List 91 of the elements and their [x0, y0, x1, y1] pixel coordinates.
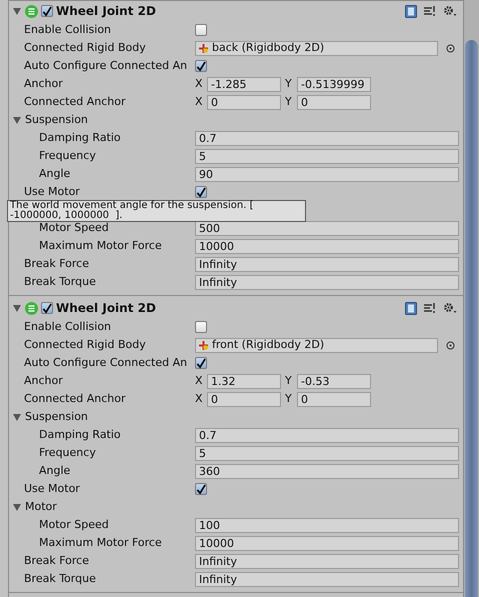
input-field[interactable]: -1.285	[207, 76, 281, 92]
joint-icon	[25, 302, 38, 314]
checkbox[interactable]	[41, 302, 53, 314]
axis-label: X	[195, 372, 204, 389]
field-label: Break Torque	[24, 570, 96, 587]
axis-label: X	[195, 76, 204, 92]
checkbox[interactable]	[195, 24, 207, 36]
checkbox[interactable]	[195, 60, 207, 72]
checkbox[interactable]	[195, 186, 207, 198]
field-label: Auto Configure Connected An	[24, 58, 188, 74]
input-field[interactable]: -0.53	[297, 374, 371, 388]
help-book-icon[interactable]	[405, 302, 417, 314]
input-field[interactable]: Infinity	[195, 274, 459, 290]
field-label: Break Force	[24, 256, 89, 272]
field-label: Connected Anchor	[24, 94, 126, 110]
input-field[interactable]: 5	[195, 446, 459, 460]
input-field[interactable]: 10000	[195, 536, 459, 550]
field-label: Break Force	[24, 552, 89, 569]
object-field[interactable]: back (Rigidbody 2D)	[195, 40, 438, 56]
field-label: Frequency	[39, 444, 96, 461]
section-label: Suspension	[25, 112, 88, 128]
object-picker-icon[interactable]	[446, 44, 455, 52]
input-field[interactable]: -0.5139999	[297, 76, 371, 92]
axis-label: X	[195, 390, 204, 407]
field-label: Motor Speed	[39, 220, 109, 236]
component-title: Wheel Joint 2D	[56, 300, 157, 317]
axis-label: X	[195, 94, 204, 110]
field-label: Use Motor	[24, 480, 80, 497]
component-title: Wheel Joint 2D	[56, 3, 157, 20]
checkbox[interactable]	[195, 357, 207, 369]
help-book-icon[interactable]	[405, 4, 417, 18]
input-field[interactable]: Infinity	[195, 256, 459, 272]
section-label: Motor	[25, 498, 57, 515]
field-label: Enable Collision	[24, 318, 112, 335]
input-field[interactable]: 5	[195, 148, 459, 164]
input-field[interactable]: Infinity	[195, 554, 459, 568]
field-label: Frequency	[39, 148, 96, 164]
input-field[interactable]: 0.7	[195, 130, 459, 146]
field-label: Maximum Motor Force	[39, 238, 162, 254]
axis-label: Y	[285, 94, 293, 110]
field-label: Use Motor	[24, 184, 80, 200]
input-field[interactable]: 100	[195, 518, 459, 532]
input-field[interactable]: 0	[207, 392, 281, 406]
field-label: Maximum Motor Force	[39, 534, 162, 551]
field-label: Connected Anchor	[24, 390, 126, 407]
axis-label: Y	[285, 76, 293, 92]
field-label: Break Torque	[24, 274, 96, 290]
section-label: Suspension	[25, 408, 88, 425]
axis-label: Y	[285, 372, 293, 389]
checkbox[interactable]	[41, 5, 53, 17]
field-label: Damping Ratio	[39, 130, 121, 146]
field-label: Motor Speed	[39, 516, 109, 533]
input-field[interactable]: 10000	[195, 238, 459, 254]
axis-label: Y	[285, 390, 293, 407]
input-field[interactable]: 1.32	[207, 374, 281, 388]
sliders-icon[interactable]	[424, 302, 436, 314]
input-field[interactable]: Infinity	[195, 572, 459, 586]
object-field[interactable]: front (Rigidbody 2D)	[195, 338, 438, 352]
scrollbar[interactable]	[464, 0, 479, 597]
checkbox[interactable]	[195, 321, 207, 333]
joint-icon	[25, 4, 38, 18]
input-field[interactable]: 360	[195, 464, 459, 478]
input-field[interactable]: 0	[297, 94, 371, 110]
checkbox[interactable]	[195, 483, 207, 495]
foldout-arrow-icon[interactable]	[12, 412, 21, 422]
foldout-arrow-icon[interactable]	[12, 116, 21, 124]
input-field[interactable]: 90	[195, 166, 459, 182]
field-label: Anchor	[24, 76, 63, 92]
rigidbody-icon	[199, 340, 208, 350]
field-label: Angle	[39, 462, 70, 479]
foldout-arrow-icon[interactable]	[12, 6, 21, 16]
gear-icon[interactable]	[443, 302, 457, 314]
foldout-arrow-icon[interactable]	[12, 502, 21, 512]
scrollbar-thumb[interactable]	[465, 40, 478, 597]
object-picker-icon[interactable]	[446, 340, 455, 350]
input-field[interactable]: 500	[195, 220, 459, 236]
field-label: Auto Configure Connected An	[24, 354, 188, 371]
input-field[interactable]: 0.7	[195, 428, 459, 442]
field-label: Enable Collision	[24, 22, 112, 38]
field-label: Angle	[39, 166, 70, 182]
field-label: Connected Rigid Body	[24, 336, 146, 353]
rigidbody-icon	[199, 44, 208, 52]
input-field[interactable]: 0	[207, 94, 281, 110]
foldout-arrow-icon[interactable]	[12, 304, 21, 312]
field-label: Damping Ratio	[39, 426, 121, 443]
field-label: Anchor	[24, 372, 63, 389]
gear-icon[interactable]	[443, 5, 457, 17]
field-label: Connected Rigid Body	[24, 40, 146, 56]
input-field[interactable]: 0	[297, 392, 371, 406]
sliders-icon[interactable]	[424, 5, 436, 17]
tooltip: The world movement angle for the suspension. [ -1000000, 1000000 ].	[7, 200, 306, 222]
